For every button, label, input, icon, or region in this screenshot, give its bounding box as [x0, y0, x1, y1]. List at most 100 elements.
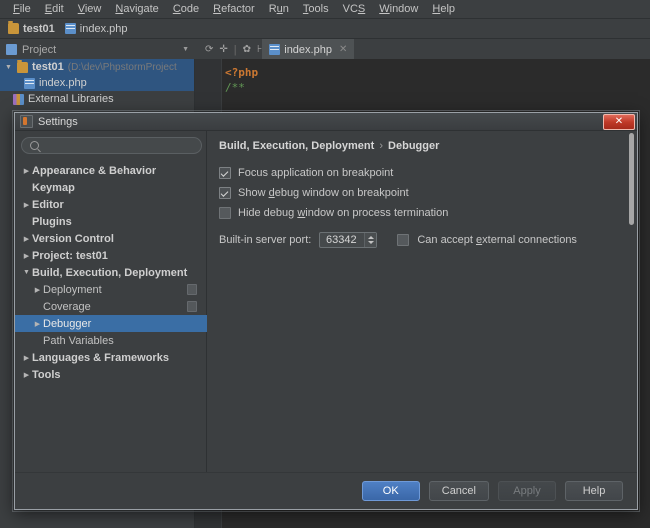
chevron-right-icon[interactable]: ▶: [32, 286, 43, 294]
editor-tabs: index.php ✕: [262, 39, 650, 60]
settings-gear-icon[interactable]: ✿: [243, 44, 251, 55]
chevron-right-icon[interactable]: ▶: [21, 167, 32, 175]
chevron-down-icon[interactable]: ▼: [4, 64, 13, 71]
project-tree-row-external-libraries[interactable]: External Libraries: [0, 91, 194, 107]
project-tree-row-test01[interactable]: ▼ test01 (D:\dev\PhpstormProject: [0, 59, 194, 75]
settings-item-debugger[interactable]: ▶ Debugger: [15, 315, 207, 332]
stepper-arrows[interactable]: [364, 233, 377, 247]
settings-search-box[interactable]: [21, 137, 202, 154]
settings-item-keymap[interactable]: Keymap: [21, 179, 202, 196]
checkbox-focus-application-on-breakpoint[interactable]: [219, 167, 231, 179]
settings-content-scrollbar[interactable]: [627, 131, 636, 472]
close-icon[interactable]: ✕: [603, 114, 635, 130]
chevron-right-icon[interactable]: ▶: [32, 320, 43, 328]
checkbox-can-accept-external-connections[interactable]: [397, 234, 410, 246]
library-icon: [13, 93, 24, 105]
breadcrumb-file[interactable]: index.php: [64, 23, 128, 35]
chevron-right-icon[interactable]: ▶: [21, 354, 32, 362]
settings-item-coverage[interactable]: Coverage: [21, 298, 202, 315]
editor-tab-label: index.php: [284, 43, 332, 56]
builtin-server-port-row: Built-in server port: 63342 Can accept e…: [219, 232, 625, 248]
editor-code: <?php /**: [225, 65, 258, 95]
settings-item-tools[interactable]: ▶ Tools: [21, 366, 202, 383]
menu-vcs[interactable]: VCS: [336, 2, 373, 16]
phpstorm-icon: [20, 115, 33, 128]
folder-icon: [8, 21, 19, 34]
settings-item-version-control[interactable]: ▶ Version Control: [21, 230, 202, 247]
dialog-body: ▶ Appearance & Behavior Keymap ▶ Editor …: [15, 131, 637, 472]
navigation-bar: test01 index.php: [0, 19, 650, 39]
menu-help[interactable]: Help: [425, 2, 462, 16]
collapse-all-icon[interactable]: ✛: [219, 44, 227, 55]
menu-bar: FFileile Edit View Navigate Code Refacto…: [0, 0, 650, 19]
builtin-server-port-stepper[interactable]: 63342: [319, 232, 378, 248]
project-scope-icon: [187, 284, 197, 295]
code-line-1: <?php: [225, 66, 259, 79]
settings-item-label: Project: test01: [32, 249, 108, 262]
settings-item-build-execution-deployment[interactable]: ▼ Build, Execution, Deployment: [21, 264, 202, 281]
menu-view[interactable]: View: [71, 2, 109, 16]
checkbox-row-focus-application[interactable]: Focus application on breakpoint: [219, 163, 625, 183]
settings-item-plugins[interactable]: Plugins: [21, 213, 202, 230]
settings-item-label: Coverage: [43, 300, 91, 313]
breadcrumb-project[interactable]: test01: [8, 21, 55, 35]
stepper-down-icon[interactable]: [367, 241, 374, 244]
code-line-2: /**: [225, 81, 245, 94]
dialog-footer: OK Cancel Apply Help: [15, 472, 637, 509]
settings-item-editor[interactable]: ▶ Editor: [21, 196, 202, 213]
help-button[interactable]: Help: [565, 481, 623, 501]
menu-refactor[interactable]: Refactor: [206, 2, 262, 16]
chevron-down-icon[interactable]: ▼: [182, 46, 189, 53]
project-tree-path: (D:\dev\PhpstormProject: [67, 61, 177, 73]
settings-item-path-variables[interactable]: Path Variables: [21, 332, 202, 349]
chevron-right-icon[interactable]: ▶: [21, 201, 32, 209]
menu-code[interactable]: Code: [166, 2, 206, 16]
menu-window[interactable]: Window: [372, 2, 425, 16]
project-tree-row-index-php[interactable]: index.php: [0, 75, 194, 91]
settings-item-languages-frameworks[interactable]: ▶ Languages & Frameworks: [21, 349, 202, 366]
builtin-server-port-value[interactable]: 63342: [320, 234, 364, 246]
settings-item-appearance-behavior[interactable]: ▶ Appearance & Behavior: [21, 162, 202, 179]
checkbox-hide-debug-window-on-process-termination[interactable]: [219, 207, 231, 219]
php-file-icon: [24, 77, 35, 89]
dialog-title-bar[interactable]: Settings ✕: [15, 113, 637, 131]
chevron-down-icon[interactable]: ▼: [21, 269, 32, 276]
chevron-right-icon[interactable]: ▶: [21, 235, 32, 243]
settings-item-deployment[interactable]: ▶ Deployment: [21, 281, 202, 298]
checkbox-show-debug-window-on-breakpoint[interactable]: [219, 187, 231, 199]
breadcrumb-current: Debugger: [388, 140, 440, 152]
stepper-up-icon[interactable]: [367, 236, 374, 239]
project-tree-label: test01: [32, 61, 64, 73]
close-tab-icon[interactable]: ✕: [339, 44, 347, 55]
project-toolwindow-header[interactable]: Project ▼: [0, 44, 195, 56]
search-input[interactable]: [43, 138, 193, 153]
chevron-right-icon[interactable]: ▶: [21, 252, 32, 260]
checkbox-row-show-debug-window[interactable]: Show debug window on breakpoint: [219, 183, 625, 203]
menu-run[interactable]: Run: [262, 2, 296, 16]
project-scope-icon: [187, 301, 197, 312]
checkbox-row-hide-debug-window[interactable]: Hide debug window on process termination: [219, 203, 625, 223]
ide-window: FFileile Edit View Navigate Code Refacto…: [0, 0, 650, 528]
apply-button: Apply: [498, 481, 556, 501]
refresh-icon[interactable]: ⟳: [205, 44, 213, 55]
chevron-right-icon[interactable]: ▶: [21, 371, 32, 379]
menu-navigate[interactable]: Navigate: [108, 2, 165, 16]
settings-dialog: Settings ✕ ▶ Appearance & Behavior Keyma…: [14, 112, 638, 510]
breadcrumb-separator: ›: [379, 140, 383, 152]
ok-button[interactable]: OK: [361, 481, 420, 501]
php-file-icon: [64, 23, 76, 34]
toolwindow-bar: Project ▼ ⟳ ✛ | ✿ ⊦ index.php ✕: [0, 39, 650, 61]
menu-edit[interactable]: Edit: [38, 2, 71, 16]
scrollbar-thumb[interactable]: [629, 133, 634, 225]
editor-tab-index-php[interactable]: index.php ✕: [262, 39, 355, 60]
menu-tools[interactable]: Tools: [296, 2, 336, 16]
settings-content-pane: Build, Execution, Deployment › Debugger …: [207, 131, 637, 472]
menu-file[interactable]: FFileile: [6, 2, 38, 16]
settings-item-label: Languages & Frameworks: [32, 351, 169, 364]
settings-item-label: Editor: [32, 198, 64, 211]
builtin-server-port-label: Built-in server port:: [219, 234, 312, 246]
settings-item-project[interactable]: ▶ Project: test01: [21, 247, 202, 264]
checkbox-label: Can accept external connections: [417, 234, 577, 246]
project-toolwindow-title: Project: [22, 43, 57, 56]
cancel-button[interactable]: Cancel: [428, 481, 489, 501]
